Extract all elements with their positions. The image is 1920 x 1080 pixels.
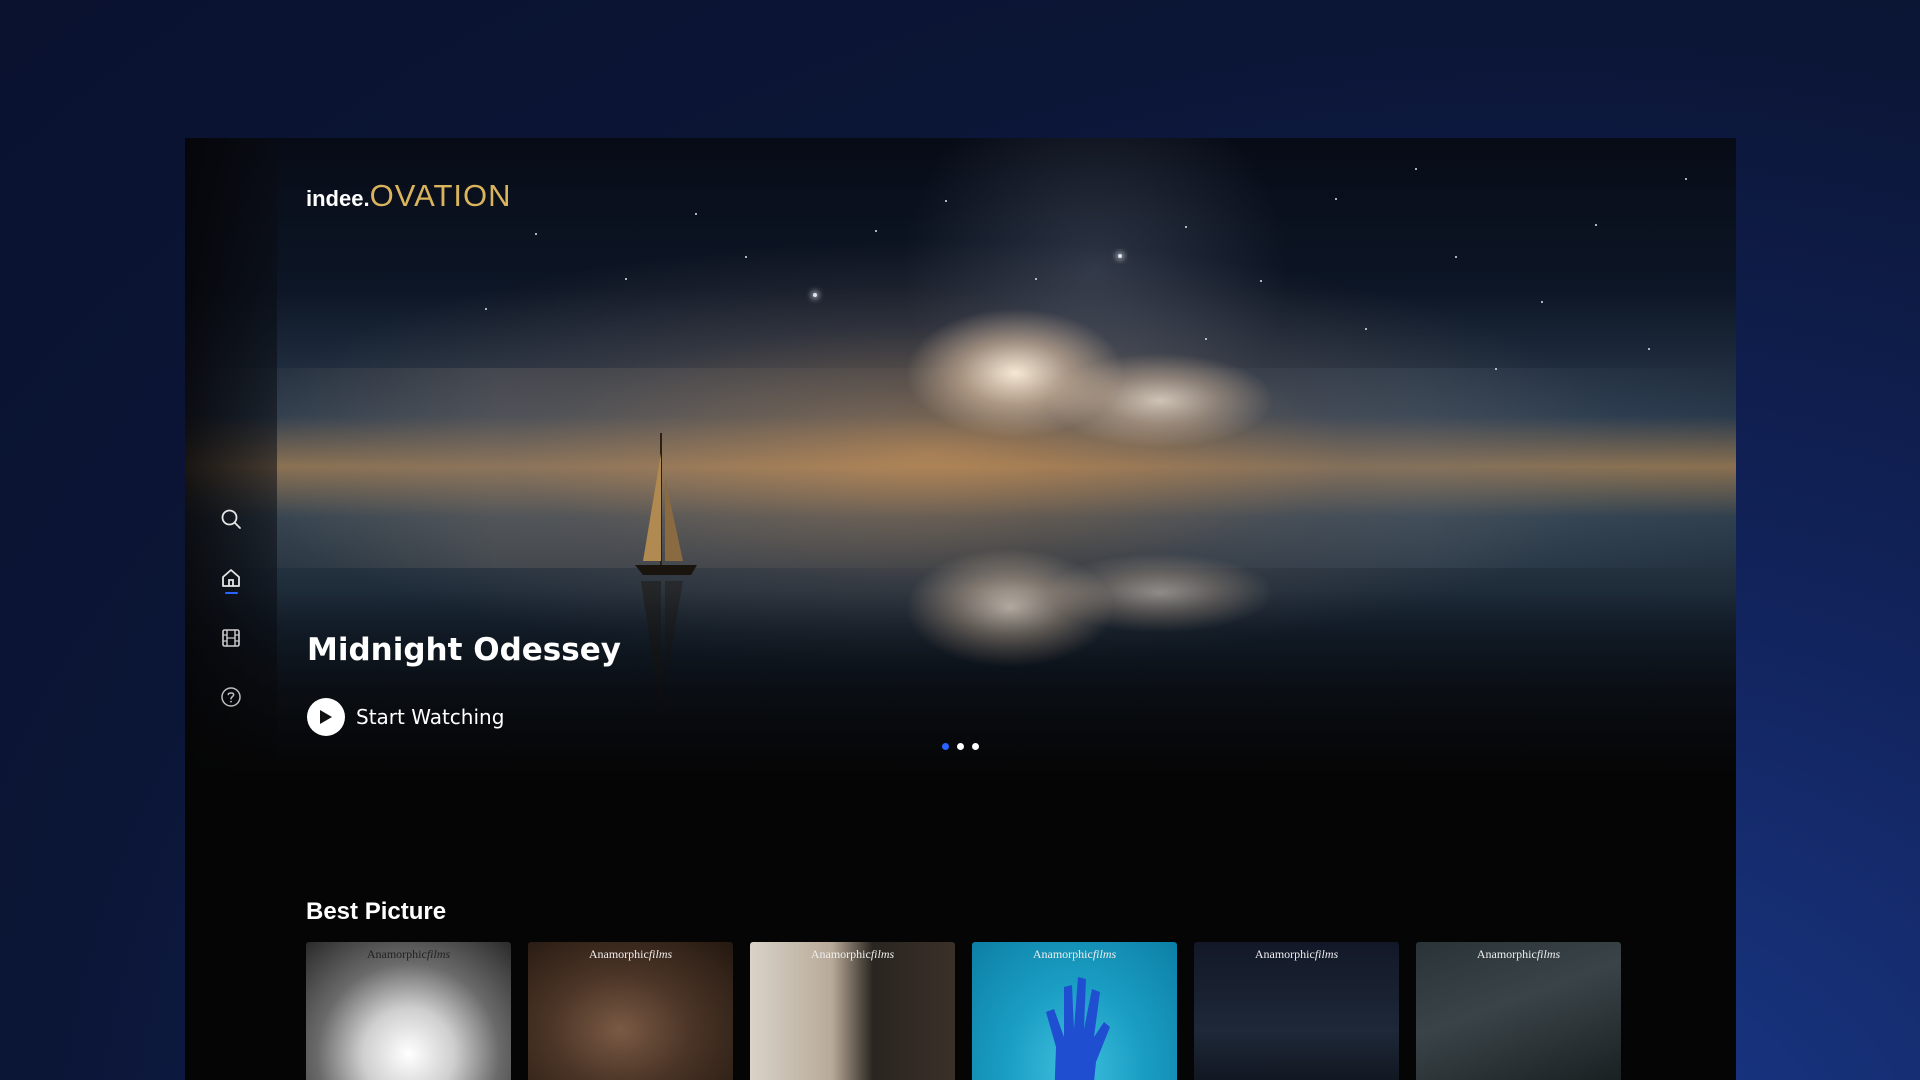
star [1205,338,1207,340]
star [1035,278,1037,280]
star [1118,254,1122,258]
card-brand: Anamorphicfilms [972,947,1177,962]
star [1648,348,1650,350]
cloud [1045,353,1275,448]
movie-card[interactable]: Anamorphicfilms [528,942,733,1080]
logo-text-primary: indee. [306,186,370,211]
star [1185,226,1187,228]
carousel-dot[interactable] [957,743,964,750]
hero-banner[interactable]: indee.OVATION Midnight Odessey Start Wat… [185,138,1736,770]
star [945,200,947,202]
star [1685,178,1687,180]
search-icon [221,509,241,529]
star [1260,280,1262,282]
star [745,256,747,258]
brand-suffix: films [1536,947,1561,961]
start-watching-button[interactable]: Start Watching [307,698,504,736]
brand-suffix: films [426,947,451,961]
best-picture-row: Anamorphicfilms Anamorphicfilms Anamorph… [306,942,1621,1080]
star [875,230,877,232]
brand-name: Anamorphic [588,947,649,961]
app-window: indee.OVATION Midnight Odessey Start Wat… [185,138,1736,1080]
movie-card[interactable]: Anamorphicfilms [972,942,1177,1080]
hand-image [1046,977,1110,1080]
sidebar-nav [185,138,277,1080]
carousel-indicator [942,743,979,750]
movie-card[interactable]: Anamorphicfilms [1416,942,1621,1080]
card-brand: Anamorphicfilms [528,947,733,962]
star [1455,256,1457,258]
start-watching-label: Start Watching [356,705,505,729]
play-icon [307,698,345,736]
carousel-dot[interactable] [972,743,979,750]
card-brand: Anamorphicfilms [306,947,511,962]
brand-name: Anamorphic [1254,947,1315,961]
star [1495,368,1497,370]
card-brand: Anamorphicfilms [1416,947,1621,962]
sidebar-item-help[interactable] [217,683,245,711]
movie-card[interactable]: Anamorphicfilms [1194,942,1399,1080]
star [535,233,537,235]
card-brand: Anamorphicfilms [1194,947,1399,962]
brand-suffix: films [648,947,673,961]
brand-name: Anamorphic [1032,947,1093,961]
brand-name: Anamorphic [366,947,427,961]
card-brand: Anamorphicfilms [750,947,955,962]
movie-card[interactable]: Anamorphicfilms [750,942,955,1080]
star [695,213,697,215]
carousel-dot[interactable] [942,743,949,750]
sidebar-item-films[interactable] [217,624,245,652]
star [1335,198,1337,200]
active-indicator [225,592,238,594]
help-icon [221,687,241,707]
film-icon [222,629,240,647]
star [1365,328,1367,330]
hero-title: Midnight Odessey [307,632,621,668]
section-title: Best Picture [306,898,447,925]
brand-suffix: films [1314,947,1339,961]
brand-suffix: films [870,947,895,961]
brand-name: Anamorphic [1476,947,1537,961]
sidebar-item-search[interactable] [217,505,245,533]
star [1595,224,1597,226]
sidebar-item-home[interactable] [217,564,245,594]
app-logo[interactable]: indee.OVATION [306,178,512,214]
star [485,308,487,310]
star [1415,168,1417,170]
star [625,278,627,280]
logo-text-secondary: OVATION [369,178,512,213]
brand-suffix: films [1092,947,1117,961]
brand-name: Anamorphic [810,947,871,961]
movie-card[interactable]: Anamorphicfilms [306,942,511,1080]
star [813,293,817,297]
home-icon [222,569,240,587]
star [1541,301,1543,303]
